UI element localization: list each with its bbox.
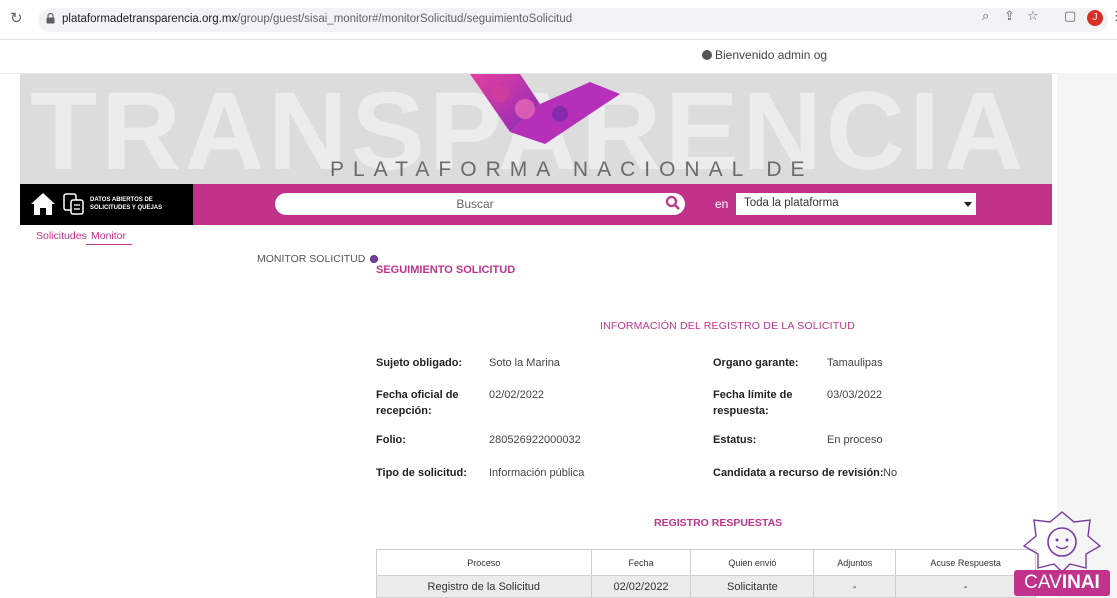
assistant-avatar-icon <box>1022 511 1102 573</box>
cavinai-label-light: CAV <box>1024 572 1062 593</box>
folio-label: Folio: <box>376 434 406 446</box>
sujeto-value: Soto la Marina <box>489 357 560 369</box>
user-icon <box>702 50 712 60</box>
search-input[interactable]: Buscar <box>275 193 685 215</box>
welcome-message[interactable]: Bienvenido admin og <box>702 48 827 62</box>
reload-icon[interactable]: ↻ <box>10 9 30 29</box>
sidepanel-icon[interactable]: ▢ <box>1064 9 1076 24</box>
star-icon[interactable]: ☆ <box>1027 9 1039 24</box>
search-placeholder: Buscar <box>456 197 494 211</box>
table-header-row: Proceso Fecha Quien envió Adjuntos Acuse… <box>376 549 1036 576</box>
brand-line-1: DATOS ABIERTOS DE <box>90 197 153 203</box>
page-title: SEGUIMIENTO SOLICITUD <box>376 264 516 276</box>
fecha-limite-label: Fecha límite de respuesta: <box>713 389 793 417</box>
url-path: /group/guest/sisai_monitor#/monitorSolic… <box>237 13 573 25</box>
organo-label: Organo garante: <box>713 357 799 369</box>
estatus-value: En proceso <box>827 434 883 446</box>
table-cell: 02/02/2022 <box>590 575 692 598</box>
tab-solicitudes[interactable]: Solicitudes <box>36 230 87 242</box>
column-header: Adjuntos <box>813 549 897 576</box>
table-row: Registro de la Solicitud 02/02/2022 Soli… <box>376 575 1036 598</box>
organo-value: Tamaulipas <box>827 357 883 369</box>
pnt-logo-icon <box>470 74 620 144</box>
respuestas-table: Proceso Fecha Quien envió Adjuntos Acuse… <box>376 549 1036 598</box>
tab-monitor[interactable]: Monitor <box>91 230 126 242</box>
main-navbar: DATOS ABIERTOS DE SOLICITUDES Y QUEJAS B… <box>20 184 1052 225</box>
profile-avatar[interactable]: J <box>1087 10 1103 26</box>
lock-icon <box>46 13 55 24</box>
tipo-value: Información pública <box>489 467 585 479</box>
sujeto-label: Sujeto obligado: <box>376 357 463 369</box>
table-cell: - <box>813 575 897 598</box>
estatus-label: Estatus: <box>713 434 757 446</box>
table-cell: Solicitante <box>690 575 815 598</box>
url-text: plataformadetransparencia.org.mx/group/g… <box>62 13 572 25</box>
folio-value: 280526922000032 <box>489 434 581 446</box>
fecha-oficial-label: Fecha oficial de recepción: <box>376 389 459 417</box>
cavinai-label-bold: INAI <box>1061 572 1100 593</box>
home-icon[interactable] <box>30 192 56 216</box>
chevron-down-icon <box>964 202 972 207</box>
table-cell: Registro de la Solicitud <box>376 575 592 598</box>
info-section-title: INFORMACIÓN DEL REGISTRO DE LA SOLICITUD <box>600 320 855 332</box>
brand-text: DATOS ABIERTOS DE SOLICITUDES Y QUEJAS <box>90 196 162 212</box>
document-icon <box>63 193 84 215</box>
url-host: plataformadetransparencia.org.mx <box>62 13 238 25</box>
tipo-label: Tipo de solicitud: <box>376 467 467 479</box>
address-bar[interactable]: plataformadetransparencia.org.mx/group/g… <box>38 8 1108 32</box>
menu-kebab-icon[interactable]: ⋮ <box>1110 9 1117 24</box>
zoom-icon[interactable]: ⌕ <box>982 9 989 24</box>
welcome-text: Bienvenido admin og <box>715 48 828 62</box>
share-icon[interactable]: ⇪ <box>1004 9 1015 24</box>
monitor-dot-icon <box>370 255 379 263</box>
brand-logo[interactable]: DATOS ABIERTOS DE SOLICITUDES Y QUEJAS <box>20 184 193 225</box>
cavinai-chat-widget[interactable]: CAVINAI <box>1014 510 1110 598</box>
search-icon[interactable] <box>665 195 681 211</box>
search-scope-value: Toda la plataforma <box>744 197 839 209</box>
search-scope-select[interactable]: Toda la plataforma <box>736 193 976 215</box>
fecha-oficial-value: 02/02/2022 <box>489 389 545 401</box>
column-header: Quien envió <box>690 549 815 576</box>
browser-toolbar: ↻ plataformadetransparencia.org.mx/group… <box>0 0 1117 40</box>
active-tab-indicator <box>86 244 132 245</box>
column-header: Proceso <box>376 549 592 576</box>
candidata-value: No <box>883 467 898 479</box>
registro-respuestas-title: REGISTRO RESPUESTAS <box>654 517 783 529</box>
brand-line-2: SOLICITUDES Y QUEJAS <box>90 205 163 211</box>
column-header: Fecha <box>590 549 692 576</box>
cavinai-label[interactable]: CAVINAI <box>1014 570 1110 596</box>
fecha-limite-value: 03/03/2022 <box>827 389 883 401</box>
candidata-label: Candidata a recurso de revisión: <box>713 467 884 479</box>
monitor-solicitud-text: MONITOR SOLICITUD <box>257 253 366 265</box>
search-scope-label: en <box>715 197 729 211</box>
hero-banner: TRANSPARENCIA PLATAFORMA NACIONAL DE <box>20 74 1052 184</box>
monitor-solicitud-link[interactable]: MONITOR SOLICITUD <box>257 253 379 265</box>
banner-title: PLATAFORMA NACIONAL DE <box>330 158 814 181</box>
